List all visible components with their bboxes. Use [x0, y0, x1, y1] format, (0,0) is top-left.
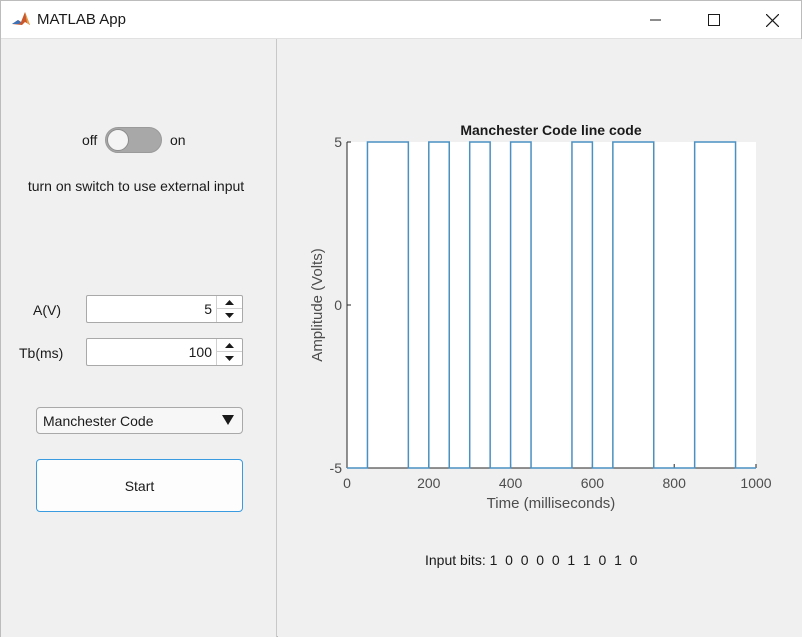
switch-off-label: off: [82, 132, 98, 148]
minimize-icon: [650, 19, 661, 21]
amplitude-decrement-button[interactable]: [217, 309, 242, 322]
bit-time-spinner[interactable]: 100: [86, 338, 243, 366]
y-tick-label: 5: [334, 134, 342, 150]
maximize-icon: [708, 14, 720, 26]
x-tick-label: 200: [417, 475, 441, 491]
bit-time-increment-button[interactable]: [217, 339, 242, 352]
amplitude-value[interactable]: 5: [204, 301, 212, 317]
y-tick-label: 0: [334, 297, 342, 313]
line-code-plot: Manchester Code line code 0 200 400 600 800 1…: [309, 122, 772, 512]
amplitude-increment-button[interactable]: [217, 296, 242, 309]
x-tick-label: 400: [499, 475, 523, 491]
amplitude-spin-buttons: [216, 296, 242, 322]
x-tick-label: 600: [581, 475, 605, 491]
bit-time-spin-buttons: [216, 339, 242, 365]
amplitude-spinner[interactable]: 5: [86, 295, 243, 323]
switch-knob[interactable]: [107, 129, 129, 151]
maximize-button[interactable]: [685, 1, 743, 39]
bit-time-decrement-button[interactable]: [217, 352, 242, 365]
caret-up-icon: [225, 342, 234, 348]
plot-panel: Manchester Code line code 0 200 400 600 800 1…: [278, 39, 802, 637]
controls-panel: off on turn on switch to use external in…: [1, 39, 277, 637]
close-icon: [765, 13, 779, 27]
title-bar: MATLAB App: [1, 1, 801, 39]
minimize-button[interactable]: [627, 1, 685, 39]
x-axis-label: Time (milliseconds): [487, 495, 616, 512]
caret-down-icon: [225, 356, 234, 361]
x-tick-label: 0: [343, 475, 351, 491]
input-bits-label: Input bits:: [425, 552, 486, 568]
matlab-logo-icon: [11, 10, 31, 30]
start-button[interactable]: Start: [36, 459, 243, 512]
x-tick-label: 1000: [740, 475, 771, 491]
dropdown-arrow-icon: [222, 415, 234, 425]
external-input-switch[interactable]: [105, 127, 162, 153]
switch-on-label: on: [170, 132, 186, 148]
bit-time-label: Tb(ms): [19, 345, 64, 361]
external-input-switch-row: off on: [1, 125, 277, 155]
amplitude-label: A(V): [33, 302, 61, 318]
line-code-dropdown[interactable]: Manchester Code: [36, 407, 243, 434]
caret-up-icon: [225, 299, 234, 305]
app-window: MATLAB App off on turn on switch to use …: [0, 0, 802, 637]
bit-time-value[interactable]: 100: [189, 344, 212, 360]
caret-down-icon: [225, 313, 234, 318]
y-tick-label: -5: [330, 460, 343, 476]
input-bits-values: 1 0 0 0 0 1 1 0 1 0: [489, 552, 638, 568]
close-button[interactable]: [743, 1, 801, 39]
input-bits-readout: Input bits: 1 0 0 0 0 1 1 0 1 0: [425, 552, 637, 568]
y-axis-label: Amplitude (Volts): [309, 248, 326, 361]
chart-title: Manchester Code line code: [460, 122, 641, 138]
window-title: MATLAB App: [37, 11, 126, 28]
line-code-selected-value: Manchester Code: [43, 413, 154, 429]
x-tick-label: 800: [663, 475, 687, 491]
switch-hint-text: turn on switch to use external input: [27, 178, 245, 194]
